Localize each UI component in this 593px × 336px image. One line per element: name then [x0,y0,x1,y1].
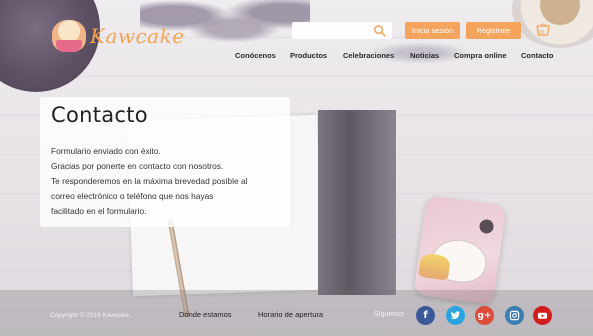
footer-copyright: Copyright © 2018 Kawcake. [50,312,131,319]
facebook-icon[interactable]: f [416,306,435,325]
follow-label: Síguenos [374,311,404,318]
contact-card: Contacto Formulario enviado con éxito. G… [40,97,290,227]
nav-noticias[interactable]: Noticias [410,51,439,63]
page-title: Contacto [51,103,148,127]
youtube-play-icon [537,312,548,319]
message-line: correo electrónico o teléfono que nos ha… [51,191,214,201]
search-input[interactable] [292,24,378,41]
notebook-cover [318,110,396,295]
register-button[interactable]: Registrate [466,22,521,39]
nav-contacto[interactable]: Contacto [521,51,554,63]
footer-link-horario[interactable]: Horario de apertura [258,310,323,319]
twitter-icon[interactable] [446,306,465,325]
instagram-icon[interactable] [505,306,524,325]
phone-camera [478,218,495,235]
googleplus-icon[interactable]: g+ [475,306,494,325]
instagram-camera-icon [509,310,520,321]
search-box [292,22,392,41]
nav-compra-online[interactable]: Compra online [454,51,507,63]
message-line: Formulario enviado con éxito. [51,146,161,156]
logo-text: Kawcake [90,24,185,48]
message-line: Gracias por ponerte en contacto con noso… [51,161,224,171]
nav-productos[interactable]: Productos [290,51,327,63]
nav-celebraciones[interactable]: Celebraciones [343,51,394,63]
footer-link-donde-estamos[interactable]: Dónde estamos [179,310,232,319]
cart-count: (0) [538,30,545,36]
search-icon[interactable] [373,24,386,37]
message-line: Te responderemos en la máxima brevedad p… [51,176,248,186]
twitter-bird-icon [450,311,461,320]
phone-case [413,194,507,306]
logo[interactable]: Kawcake [52,20,185,52]
youtube-icon[interactable] [533,306,552,325]
confirmation-message: Formulario enviado con éxito. Gracias po… [51,144,287,219]
nav-conocenos[interactable]: Conócenos [235,51,276,63]
logo-mascot-icon [52,20,86,52]
login-button[interactable]: Inicia sesión [405,22,460,39]
message-line: facilitado en el formulario. [51,206,147,216]
